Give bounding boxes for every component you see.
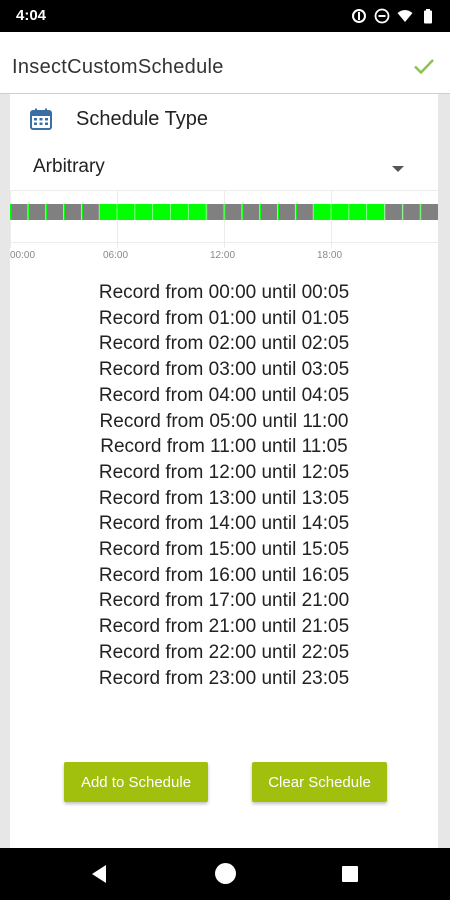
battery-icon bbox=[424, 9, 432, 24]
recents-square-icon[interactable] bbox=[342, 866, 358, 882]
timeline-tick-label: 12:00 bbox=[210, 250, 235, 261]
record-line: Record from 04:00 until 04:05 bbox=[98, 384, 350, 406]
home-circle-icon[interactable] bbox=[215, 863, 236, 884]
status-icons bbox=[351, 8, 436, 24]
schedule-type-label: Schedule Type bbox=[76, 108, 208, 130]
record-line: Record from 00:00 until 00:05 bbox=[98, 282, 350, 303]
record-line: Record from 21:00 until 21:05 bbox=[98, 616, 350, 638]
status-time: 4:04 bbox=[16, 7, 47, 24]
do-not-disturb-icon bbox=[374, 8, 390, 24]
dropdown-arrow-icon bbox=[392, 166, 404, 172]
record-line: Record from 14:00 until 14:05 bbox=[98, 513, 350, 535]
calendar-icon bbox=[30, 108, 52, 130]
timeline-chart: 00:00 06:00 12:00 18:00 bbox=[10, 190, 438, 261]
schedule-type-row: Schedule Type bbox=[10, 94, 438, 146]
schedule-card: Schedule Type Arbitrary 00:00 06:00 12:00 1… bbox=[10, 94, 438, 848]
records-list: Record from 00:00 until 00:05 Record from… bbox=[10, 280, 438, 691]
record-line: Record from 02:00 until 02:05 bbox=[98, 333, 350, 355]
record-line: Record from 22:00 until 22:05 bbox=[98, 641, 350, 663]
record-line: Record from 16:00 until 16:05 bbox=[98, 564, 350, 586]
record-line: Record from 11:00 until 11:05 bbox=[100, 436, 348, 458]
schedule-type-dropdown[interactable]: Arbitrary bbox=[10, 146, 438, 190]
content-area: Schedule Type Arbitrary 00:00 06:00 12:00 1… bbox=[0, 94, 450, 848]
data-saver-icon bbox=[352, 9, 366, 23]
app-bar: InsectCustomSchedule bbox=[0, 32, 450, 94]
app-title: InsectCustomSchedule bbox=[12, 56, 224, 78]
timeline-tick-label: 06:00 bbox=[103, 250, 128, 261]
record-line: Record from 05:00 until 11:00 bbox=[99, 410, 349, 432]
nav-bar bbox=[0, 848, 450, 900]
record-line: Record from 03:00 until 03:05 bbox=[98, 359, 350, 381]
timeline-tick-label: 18:00 bbox=[317, 250, 342, 261]
status-bar: 4:04 bbox=[0, 0, 450, 32]
timeline-tick-label: 00:00 bbox=[10, 250, 35, 261]
clear-schedule-button[interactable]: Clear Schedule bbox=[252, 762, 387, 802]
record-line: Record from 12:00 until 12:05 bbox=[98, 461, 350, 483]
record-line: Record from 01:00 until 01:05 bbox=[98, 307, 350, 329]
timeline-segment bbox=[10, 204, 12, 220]
record-line: Record from 23:00 until 23:05 bbox=[98, 667, 350, 689]
record-line: Record from 17:00 until 21:00 bbox=[98, 590, 350, 612]
schedule-type-value: Arbitrary bbox=[33, 156, 105, 177]
check-icon[interactable] bbox=[412, 54, 436, 78]
record-line: Record from 13:00 until 13:05 bbox=[98, 487, 350, 509]
add-to-schedule-button[interactable]: Add to Schedule bbox=[64, 762, 208, 802]
schedule-timeline[interactable]: 00:00 06:00 12:00 18:00 bbox=[10, 190, 438, 268]
back-triangle-icon[interactable] bbox=[92, 865, 106, 883]
record-line: Record from 15:00 until 15:05 bbox=[98, 539, 350, 561]
wifi-icon bbox=[397, 10, 413, 22]
